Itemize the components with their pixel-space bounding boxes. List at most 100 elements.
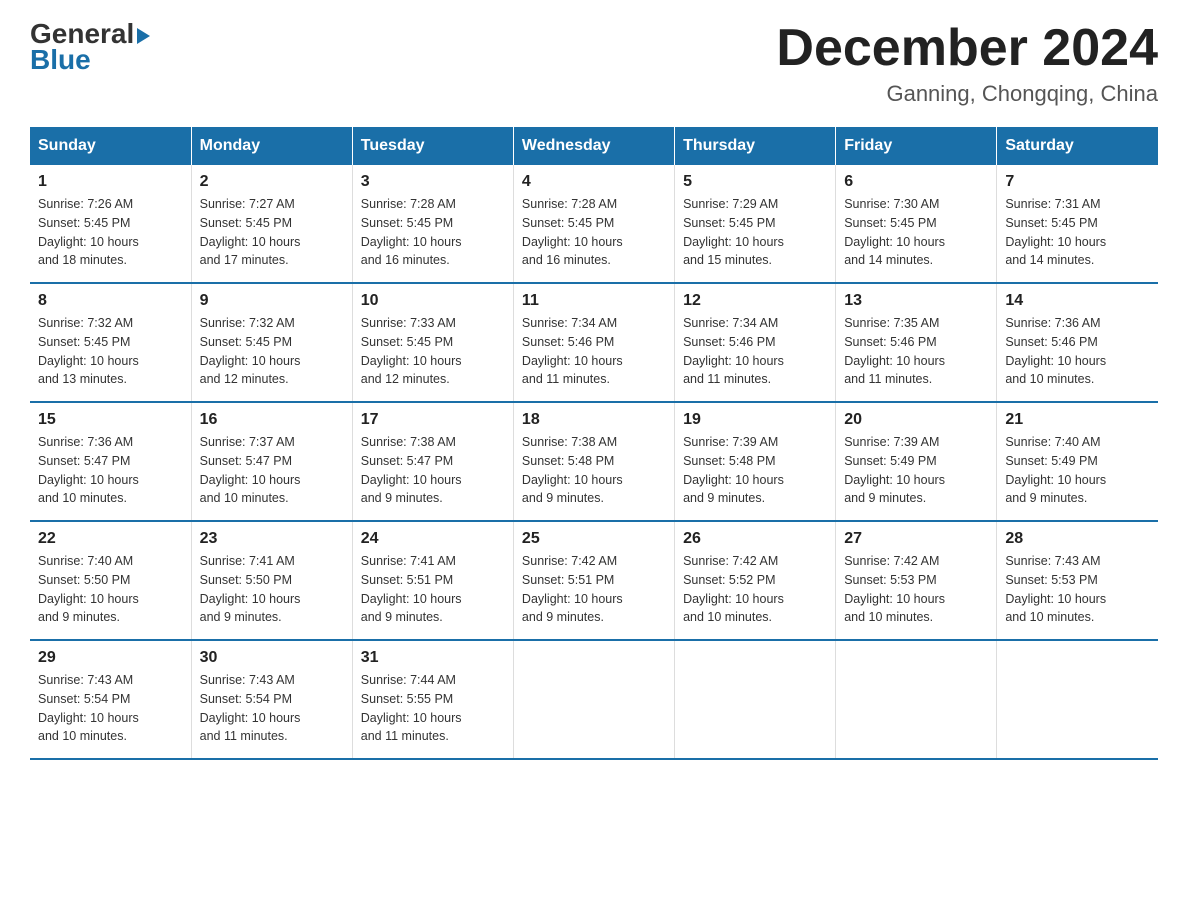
day-info: Sunrise: 7:41 AM Sunset: 5:51 PM Dayligh… — [361, 552, 505, 627]
calendar-cell: 24 Sunrise: 7:41 AM Sunset: 5:51 PM Dayl… — [352, 521, 513, 640]
day-info: Sunrise: 7:26 AM Sunset: 5:45 PM Dayligh… — [38, 195, 183, 270]
day-number: 5 — [683, 173, 827, 191]
day-info: Sunrise: 7:33 AM Sunset: 5:45 PM Dayligh… — [361, 314, 505, 389]
day-number: 8 — [38, 292, 183, 310]
day-info: Sunrise: 7:40 AM Sunset: 5:49 PM Dayligh… — [1005, 433, 1150, 508]
day-info: Sunrise: 7:38 AM Sunset: 5:47 PM Dayligh… — [361, 433, 505, 508]
calendar-cell — [997, 640, 1158, 759]
calendar-cell — [836, 640, 997, 759]
day-info: Sunrise: 7:28 AM Sunset: 5:45 PM Dayligh… — [361, 195, 505, 270]
day-number: 17 — [361, 411, 505, 429]
day-number: 1 — [38, 173, 183, 191]
calendar-cell: 21 Sunrise: 7:40 AM Sunset: 5:49 PM Dayl… — [997, 402, 1158, 521]
day-info: Sunrise: 7:31 AM Sunset: 5:45 PM Dayligh… — [1005, 195, 1150, 270]
calendar-cell: 29 Sunrise: 7:43 AM Sunset: 5:54 PM Dayl… — [30, 640, 191, 759]
day-info: Sunrise: 7:39 AM Sunset: 5:48 PM Dayligh… — [683, 433, 827, 508]
calendar-cell: 9 Sunrise: 7:32 AM Sunset: 5:45 PM Dayli… — [191, 283, 352, 402]
day-number: 25 — [522, 530, 666, 548]
calendar-cell: 30 Sunrise: 7:43 AM Sunset: 5:54 PM Dayl… — [191, 640, 352, 759]
day-number: 7 — [1005, 173, 1150, 191]
week-row-1: 1 Sunrise: 7:26 AM Sunset: 5:45 PM Dayli… — [30, 165, 1158, 283]
calendar-table: SundayMondayTuesdayWednesdayThursdayFrid… — [30, 127, 1158, 760]
header-wednesday: Wednesday — [513, 127, 674, 165]
day-info: Sunrise: 7:36 AM Sunset: 5:46 PM Dayligh… — [1005, 314, 1150, 389]
calendar-cell: 6 Sunrise: 7:30 AM Sunset: 5:45 PM Dayli… — [836, 165, 997, 283]
day-number: 30 — [200, 649, 344, 667]
calendar-cell: 14 Sunrise: 7:36 AM Sunset: 5:46 PM Dayl… — [997, 283, 1158, 402]
calendar-cell: 26 Sunrise: 7:42 AM Sunset: 5:52 PM Dayl… — [675, 521, 836, 640]
week-row-5: 29 Sunrise: 7:43 AM Sunset: 5:54 PM Dayl… — [30, 640, 1158, 759]
calendar-cell — [675, 640, 836, 759]
day-number: 10 — [361, 292, 505, 310]
calendar-cell — [513, 640, 674, 759]
day-number: 26 — [683, 530, 827, 548]
calendar-cell: 27 Sunrise: 7:42 AM Sunset: 5:53 PM Dayl… — [836, 521, 997, 640]
header-monday: Monday — [191, 127, 352, 165]
calendar-cell: 8 Sunrise: 7:32 AM Sunset: 5:45 PM Dayli… — [30, 283, 191, 402]
day-info: Sunrise: 7:32 AM Sunset: 5:45 PM Dayligh… — [200, 314, 344, 389]
location-title: Ganning, Chongqing, China — [776, 81, 1158, 107]
day-info: Sunrise: 7:36 AM Sunset: 5:47 PM Dayligh… — [38, 433, 183, 508]
header-tuesday: Tuesday — [352, 127, 513, 165]
calendar-cell: 18 Sunrise: 7:38 AM Sunset: 5:48 PM Dayl… — [513, 402, 674, 521]
calendar-cell: 13 Sunrise: 7:35 AM Sunset: 5:46 PM Dayl… — [836, 283, 997, 402]
calendar-cell: 1 Sunrise: 7:26 AM Sunset: 5:45 PM Dayli… — [30, 165, 191, 283]
header-thursday: Thursday — [675, 127, 836, 165]
calendar-cell: 5 Sunrise: 7:29 AM Sunset: 5:45 PM Dayli… — [675, 165, 836, 283]
day-number: 29 — [38, 649, 183, 667]
day-number: 13 — [844, 292, 988, 310]
calendar-cell: 7 Sunrise: 7:31 AM Sunset: 5:45 PM Dayli… — [997, 165, 1158, 283]
day-number: 28 — [1005, 530, 1150, 548]
day-info: Sunrise: 7:42 AM Sunset: 5:51 PM Dayligh… — [522, 552, 666, 627]
logo-blue: Blue — [30, 46, 91, 74]
day-info: Sunrise: 7:37 AM Sunset: 5:47 PM Dayligh… — [200, 433, 344, 508]
day-info: Sunrise: 7:42 AM Sunset: 5:53 PM Dayligh… — [844, 552, 988, 627]
calendar-cell: 12 Sunrise: 7:34 AM Sunset: 5:46 PM Dayl… — [675, 283, 836, 402]
calendar-cell: 31 Sunrise: 7:44 AM Sunset: 5:55 PM Dayl… — [352, 640, 513, 759]
calendar-cell: 16 Sunrise: 7:37 AM Sunset: 5:47 PM Dayl… — [191, 402, 352, 521]
day-info: Sunrise: 7:34 AM Sunset: 5:46 PM Dayligh… — [522, 314, 666, 389]
header-saturday: Saturday — [997, 127, 1158, 165]
day-number: 2 — [200, 173, 344, 191]
week-row-4: 22 Sunrise: 7:40 AM Sunset: 5:50 PM Dayl… — [30, 521, 1158, 640]
day-number: 14 — [1005, 292, 1150, 310]
calendar-cell: 2 Sunrise: 7:27 AM Sunset: 5:45 PM Dayli… — [191, 165, 352, 283]
calendar-cell: 11 Sunrise: 7:34 AM Sunset: 5:46 PM Dayl… — [513, 283, 674, 402]
calendar-cell: 15 Sunrise: 7:36 AM Sunset: 5:47 PM Dayl… — [30, 402, 191, 521]
day-number: 23 — [200, 530, 344, 548]
day-number: 19 — [683, 411, 827, 429]
day-info: Sunrise: 7:43 AM Sunset: 5:53 PM Dayligh… — [1005, 552, 1150, 627]
day-number: 21 — [1005, 411, 1150, 429]
day-info: Sunrise: 7:39 AM Sunset: 5:49 PM Dayligh… — [844, 433, 988, 508]
day-number: 6 — [844, 173, 988, 191]
day-number: 15 — [38, 411, 183, 429]
day-number: 20 — [844, 411, 988, 429]
calendar-cell: 10 Sunrise: 7:33 AM Sunset: 5:45 PM Dayl… — [352, 283, 513, 402]
calendar-cell: 20 Sunrise: 7:39 AM Sunset: 5:49 PM Dayl… — [836, 402, 997, 521]
calendar-cell: 17 Sunrise: 7:38 AM Sunset: 5:47 PM Dayl… — [352, 402, 513, 521]
header-sunday: Sunday — [30, 127, 191, 165]
day-number: 9 — [200, 292, 344, 310]
calendar-cell: 19 Sunrise: 7:39 AM Sunset: 5:48 PM Dayl… — [675, 402, 836, 521]
calendar-cell: 25 Sunrise: 7:42 AM Sunset: 5:51 PM Dayl… — [513, 521, 674, 640]
logo: General Blue — [30, 20, 150, 74]
calendar-cell: 23 Sunrise: 7:41 AM Sunset: 5:50 PM Dayl… — [191, 521, 352, 640]
day-info: Sunrise: 7:40 AM Sunset: 5:50 PM Dayligh… — [38, 552, 183, 627]
day-number: 4 — [522, 173, 666, 191]
day-number: 3 — [361, 173, 505, 191]
day-number: 12 — [683, 292, 827, 310]
calendar-cell: 4 Sunrise: 7:28 AM Sunset: 5:45 PM Dayli… — [513, 165, 674, 283]
week-row-3: 15 Sunrise: 7:36 AM Sunset: 5:47 PM Dayl… — [30, 402, 1158, 521]
title-section: December 2024 Ganning, Chongqing, China — [776, 20, 1158, 107]
day-number: 16 — [200, 411, 344, 429]
day-info: Sunrise: 7:29 AM Sunset: 5:45 PM Dayligh… — [683, 195, 827, 270]
day-number: 24 — [361, 530, 505, 548]
day-number: 27 — [844, 530, 988, 548]
day-info: Sunrise: 7:43 AM Sunset: 5:54 PM Dayligh… — [200, 671, 344, 746]
day-info: Sunrise: 7:44 AM Sunset: 5:55 PM Dayligh… — [361, 671, 505, 746]
day-info: Sunrise: 7:41 AM Sunset: 5:50 PM Dayligh… — [200, 552, 344, 627]
calendar-cell: 22 Sunrise: 7:40 AM Sunset: 5:50 PM Dayl… — [30, 521, 191, 640]
day-info: Sunrise: 7:43 AM Sunset: 5:54 PM Dayligh… — [38, 671, 183, 746]
month-title: December 2024 — [776, 20, 1158, 77]
day-info: Sunrise: 7:28 AM Sunset: 5:45 PM Dayligh… — [522, 195, 666, 270]
